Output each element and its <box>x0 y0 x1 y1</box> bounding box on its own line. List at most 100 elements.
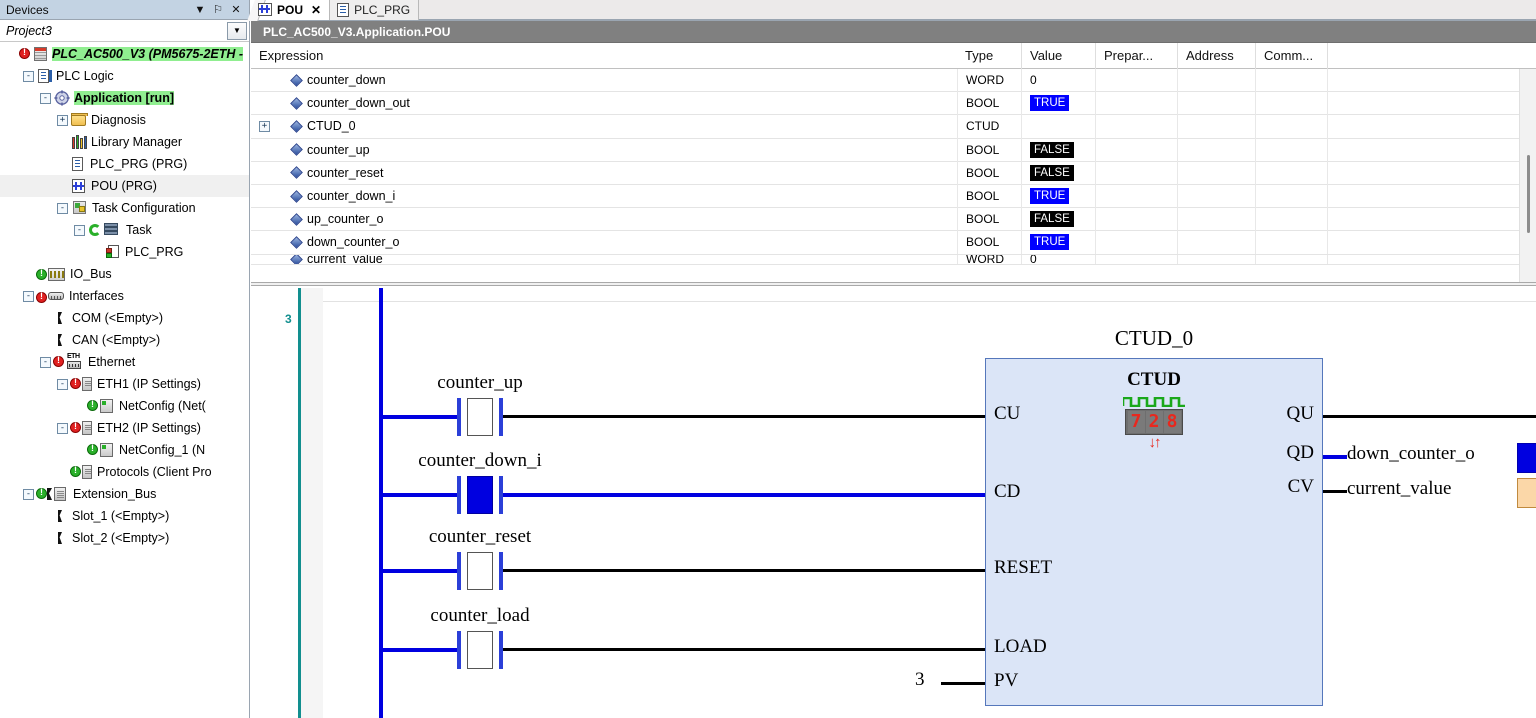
contact-box[interactable] <box>467 631 493 669</box>
watch-cell-value[interactable]: TRUE <box>1022 184 1096 208</box>
watch-table-body[interactable]: counter_down WORD 0 counter_down_out BOOL TRU… <box>251 68 1536 265</box>
watch-row[interactable]: counter_down WORD 0 <box>251 68 1536 93</box>
watch-cell-address[interactable] <box>1178 114 1256 139</box>
tree-item-extension-bus[interactable]: - Extension_Bus <box>0 483 249 505</box>
watch-row[interactable]: + CTUD_0 CTUD <box>251 114 1536 139</box>
tree-item-protocols-client-pro[interactable]: Protocols (Client Pro <box>0 461 249 483</box>
collapse-icon[interactable]: - <box>57 378 68 390</box>
contact-counter-reset[interactable]: counter_reset <box>429 526 531 590</box>
watch-cell-address[interactable] <box>1178 161 1256 185</box>
fb-pin-cu[interactable]: CU <box>994 403 1020 425</box>
fb-pin-pv[interactable]: PV <box>994 670 1018 692</box>
watch-cell-expression[interactable]: counter_up <box>251 138 957 161</box>
panel-menu-icon[interactable]: ▼ <box>191 1 209 19</box>
tree-item-netconfig-net[interactable]: NetConfig (Net( <box>0 395 249 417</box>
tab-plc_prg[interactable]: PLC_PRG <box>330 0 420 20</box>
watch-cell-expression[interactable]: current_value <box>251 254 957 264</box>
tree-item-task[interactable]: - Task <box>0 219 249 241</box>
fb-pin-cv[interactable]: CV <box>1288 476 1314 498</box>
collapse-icon[interactable]: - <box>23 488 34 500</box>
panel-close-icon[interactable]: ✕ <box>227 1 245 19</box>
watch-row[interactable]: current_value WORD 0 <box>251 254 1536 265</box>
watch-cell-expression[interactable]: counter_down <box>251 69 957 92</box>
tree-item-pou-prg[interactable]: POU (PRG) <box>0 175 249 197</box>
watch-cell-address[interactable] <box>1178 230 1256 254</box>
watch-cell-value[interactable]: FALSE <box>1022 161 1096 185</box>
ladder-diagram-editor[interactable]: 3 counter_up counter_down_i counter_rese… <box>251 288 1536 718</box>
watch-cell-value[interactable]: FALSE <box>1022 138 1096 162</box>
tree-item-interfaces[interactable]: - Interfaces <box>0 285 249 307</box>
watch-row[interactable]: counter_up BOOL FALSE <box>251 138 1536 162</box>
tab-pou[interactable]: POU ✕ <box>251 0 331 20</box>
project-dropdown-icon[interactable]: ▼ <box>227 21 247 40</box>
watch-cell-comment[interactable] <box>1256 230 1328 254</box>
watch-cell-expression[interactable]: counter_down_out <box>251 92 957 115</box>
variable-watch-table[interactable]: Expression Type Value Prepar... Address Comm.… <box>251 43 1536 286</box>
tree-item-plc-prg[interactable]: PLC_PRG <box>0 241 249 263</box>
watch-cell-comment[interactable] <box>1256 68 1328 92</box>
tree-item-diagnosis[interactable]: + Diagnosis <box>0 109 249 131</box>
watch-cell-prepared[interactable] <box>1096 161 1178 185</box>
tree-item-plc-logic[interactable]: - PLC Logic <box>0 65 249 87</box>
watch-cell-comment[interactable] <box>1256 138 1328 162</box>
panel-pin-icon[interactable]: ⚐ <box>209 1 227 19</box>
tree-item-slot-1-empty[interactable]: Slot_1 (<Empty>) <box>0 505 249 527</box>
watch-row[interactable]: down_counter_o BOOL TRUE <box>251 230 1536 255</box>
output-label-down-counter-o[interactable]: down_counter_o <box>1347 443 1475 465</box>
contact-box[interactable] <box>467 398 493 436</box>
watch-cell-expression[interactable]: counter_reset <box>251 161 957 184</box>
watch-cell-prepared[interactable] <box>1096 138 1178 162</box>
pv-constant-value[interactable]: 3 <box>915 669 925 691</box>
watch-cell-value[interactable]: TRUE <box>1022 91 1096 115</box>
watch-row[interactable]: counter_down_i BOOL TRUE <box>251 184 1536 209</box>
watch-column-header-value[interactable]: Value <box>1022 43 1096 69</box>
contact-counter-up[interactable]: counter_up <box>437 372 523 436</box>
watch-cell-comment[interactable] <box>1256 161 1328 185</box>
watch-cell-prepared[interactable] <box>1096 114 1178 139</box>
watch-cell-value[interactable] <box>1022 114 1096 139</box>
contact-counter-load[interactable]: counter_load <box>430 605 530 669</box>
fb-pin-load[interactable]: LOAD <box>994 636 1047 658</box>
watch-cell-prepared[interactable] <box>1096 91 1178 115</box>
watch-vertical-scrollbar[interactable] <box>1519 69 1536 282</box>
collapse-icon[interactable]: - <box>40 356 51 368</box>
watch-row[interactable]: counter_reset BOOL FALSE <box>251 161 1536 185</box>
watch-cell-value[interactable]: FALSE <box>1022 207 1096 231</box>
contact-counter-down-i[interactable]: counter_down_i <box>418 450 542 514</box>
tree-item-task-configuration[interactable]: - Task Configuration <box>0 197 249 219</box>
watch-cell-expression[interactable]: + CTUD_0 <box>251 115 957 138</box>
tree-item-ethernet[interactable]: - ETH Ethernet <box>0 351 249 373</box>
watch-cell-expression[interactable]: down_counter_o <box>251 231 957 254</box>
watch-row[interactable]: up_counter_o BOOL FALSE <box>251 207 1536 232</box>
output-label-current-value[interactable]: current_value <box>1347 478 1451 500</box>
watch-cell-comment[interactable] <box>1256 114 1328 139</box>
watch-cell-value[interactable]: 0 <box>1022 254 1096 264</box>
tree-item-plc-ac500-v3-pm5675-2eth[interactable]: PLC_AC500_V3 (PM5675-2ETH - <box>0 43 249 65</box>
watch-cell-address[interactable] <box>1178 254 1256 264</box>
watch-cell-prepared[interactable] <box>1096 184 1178 208</box>
tree-item-io-bus[interactable]: IO_Bus <box>0 263 249 285</box>
function-block-ctud[interactable]: CTUD 7 2 8 ↓↑ CU CD RESET LOAD PV QU QD … <box>985 358 1323 706</box>
watch-cell-comment[interactable] <box>1256 254 1328 264</box>
close-icon[interactable]: ✕ <box>311 3 321 17</box>
tree-item-eth1-ip-settings[interactable]: - ETH1 (IP Settings) <box>0 373 249 395</box>
tree-item-netconfig-1-n[interactable]: NetConfig_1 (N <box>0 439 249 461</box>
watch-cell-address[interactable] <box>1178 138 1256 162</box>
fb-pin-qu[interactable]: QU <box>1287 403 1314 425</box>
watch-cell-comment[interactable] <box>1256 207 1328 231</box>
tree-item-library-manager[interactable]: Library Manager <box>0 131 249 153</box>
watch-cell-address[interactable] <box>1178 184 1256 208</box>
watch-column-header-comm[interactable]: Comm... <box>1256 43 1328 69</box>
collapse-icon[interactable]: - <box>57 202 68 214</box>
watch-cell-prepared[interactable] <box>1096 207 1178 231</box>
tree-item-application-run[interactable]: - Application [run] <box>0 87 249 109</box>
contact-box[interactable] <box>467 476 493 514</box>
fb-pin-cd[interactable]: CD <box>994 481 1020 503</box>
watch-cell-comment[interactable] <box>1256 91 1328 115</box>
watch-cell-address[interactable] <box>1178 207 1256 231</box>
watch-cell-address[interactable] <box>1178 68 1256 92</box>
collapse-icon[interactable]: - <box>40 92 51 104</box>
collapse-icon[interactable]: - <box>23 290 34 302</box>
watch-cell-prepared[interactable] <box>1096 68 1178 92</box>
collapse-icon[interactable]: - <box>74 224 85 236</box>
